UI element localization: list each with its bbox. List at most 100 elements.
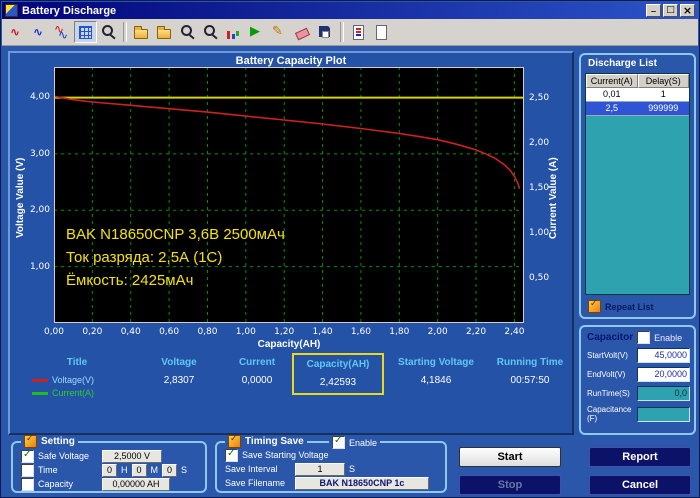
annotation-line: BAK N18650CNP 3,6В 2500мАч xyxy=(66,226,285,243)
open-file-button[interactable] xyxy=(130,21,153,43)
chart-legend: Voltage(V) Current(A) xyxy=(18,375,136,398)
open-data-button[interactable] xyxy=(153,21,176,43)
capacity-limit-input[interactable]: 0,00000 AH xyxy=(102,477,170,491)
safe-voltage-label: Safe Voltage xyxy=(38,451,90,461)
zoom-window-button[interactable] xyxy=(97,21,120,43)
capacitor-fields: StartVolt(V) 45,0000 EndVolt(V) 20,0000 RunT… xyxy=(581,348,694,423)
pan-grid-button[interactable] xyxy=(74,21,97,43)
capacitor-input-1[interactable]: 20,0000 xyxy=(637,367,690,382)
capacitor-input-3 xyxy=(637,406,690,422)
zoom-in-button[interactable] xyxy=(176,21,199,43)
capacitor-field-row: EndVolt(V) 20,0000 xyxy=(587,367,690,382)
capacitor-field-row: StartVolt(V) 45,0000 xyxy=(587,348,690,363)
timing-save-title: Timing Save xyxy=(225,434,307,448)
x-tick: 1,20 xyxy=(274,327,295,337)
edit-pencil-button[interactable] xyxy=(268,21,291,43)
capacitor-input-0[interactable]: 45,0000 xyxy=(637,348,690,363)
plot-dual-curve-button[interactable] xyxy=(51,21,74,43)
stats-col-capacity-highlighted: Capacity(AH) 2,42593 xyxy=(292,353,384,395)
minimize-button[interactable] xyxy=(646,4,661,17)
toolbar xyxy=(2,19,698,46)
safe-voltage-input[interactable]: 2,5000 V xyxy=(102,449,162,463)
toolbar-separator xyxy=(340,22,344,42)
table-row[interactable]: 2,5 999999 xyxy=(586,102,689,116)
erase-button[interactable] xyxy=(291,21,314,43)
discharge-table-rows: 0,01 1 2,5 999999 xyxy=(586,88,689,116)
zoom-window-icon xyxy=(100,24,117,40)
annotation-line: Ёмкость: 2425мАч xyxy=(66,272,194,289)
report-doc-icon xyxy=(350,24,367,40)
capacity-checkbox[interactable] xyxy=(21,477,34,491)
print-doc-button[interactable] xyxy=(370,21,393,43)
setting-title: Setting xyxy=(21,434,78,448)
x-tick: 0,80 xyxy=(197,327,218,337)
close-icon xyxy=(683,6,692,15)
chart-view-icon xyxy=(225,24,242,40)
save-interval-input[interactable]: 1 xyxy=(295,462,345,476)
capacitor-input-2: 0,0 xyxy=(637,386,690,401)
discharge-table[interactable]: Current(A) Delay(S) 0,01 1 2,5 999999 xyxy=(585,73,690,295)
stats-bar: Title Voltage(V) Current(A) Voltage 2,830… xyxy=(18,353,572,398)
save-starting-voltage-label: Save Starting Voltage xyxy=(242,450,329,460)
x-tick: 2,40 xyxy=(504,327,525,337)
table-cell: 2,5 xyxy=(605,103,618,113)
capacitor-title: Capacitor xyxy=(587,332,634,343)
stats-header-title: Title xyxy=(66,357,88,368)
save-data-button[interactable] xyxy=(314,21,337,43)
x-tick: 1,80 xyxy=(389,327,410,337)
close-button[interactable] xyxy=(680,4,695,17)
start-button[interactable]: Start xyxy=(459,447,561,467)
chart-view-button[interactable] xyxy=(222,21,245,43)
plot-area[interactable]: BAK N18650CNP 3,6В 2500мАч Ток разряда: 2… xyxy=(30,67,549,337)
timing-enable-checkbox[interactable] xyxy=(332,435,345,449)
legend-label: Voltage(V) xyxy=(52,375,95,385)
x-tick: 0,60 xyxy=(159,327,180,337)
start-run-button[interactable] xyxy=(245,21,268,43)
y-left-tick: 2,00 xyxy=(29,205,50,216)
setting-icon xyxy=(24,434,37,448)
capacitor-header: Capacitor Enable xyxy=(587,331,690,344)
time-checkbox[interactable] xyxy=(21,463,34,477)
time-hours-input[interactable]: 0 xyxy=(102,463,117,477)
y-axis-right-label: Current Value (A) xyxy=(548,157,559,239)
capacitor-field-label: RunTime(S) xyxy=(587,389,630,398)
toolbar-separator xyxy=(123,22,127,42)
capacitor-field-row: Capacitance (F) xyxy=(587,405,690,423)
table-cell: 0,01 xyxy=(602,89,621,99)
cancel-button[interactable]: Cancel xyxy=(589,475,691,495)
chart-title: Battery Capacity Plot xyxy=(235,55,347,67)
y-right-tick: 2,50 xyxy=(529,92,550,103)
table-row[interactable]: 0,01 1 xyxy=(586,88,689,102)
capacitor-enable-checkbox[interactable] xyxy=(637,331,651,344)
plot-blue-curve-icon xyxy=(31,24,48,40)
discharge-table-header: Current(A) Delay(S) xyxy=(586,74,689,88)
capacitor-panel: Capacitor Enable StartVolt(V) 45,0000 EndV… xyxy=(579,325,696,435)
chart-annotation: BAK N18650CNP 3,6В 2500мАч Ток разряда: 2… xyxy=(66,223,285,292)
stats-header-starting-voltage: Starting Voltage xyxy=(398,357,474,368)
save-starting-voltage-checkbox[interactable] xyxy=(225,448,238,462)
capacitor-enable-label: Enable xyxy=(654,332,683,343)
column-header: Current(A) xyxy=(586,74,638,88)
capacitor-field-label: EndVolt(V) xyxy=(587,370,626,379)
maximize-button[interactable] xyxy=(663,4,678,17)
titlebar[interactable]: Battery Discharge xyxy=(2,2,698,19)
repeat-list-checkbox[interactable]: Repeat List xyxy=(588,299,654,313)
stats-col-current: Current 0,0000 xyxy=(222,353,292,386)
safe-voltage-checkbox[interactable] xyxy=(21,449,34,463)
y-left-tick: 4,00 xyxy=(29,92,50,103)
save-interval-label: Save Interval xyxy=(225,464,278,474)
save-filename-input[interactable]: BAK N18650CNP 1c xyxy=(295,476,429,490)
legend-label: Current(A) xyxy=(52,388,95,398)
plot-blue-curve-button[interactable] xyxy=(28,21,51,43)
report-button[interactable]: Report xyxy=(589,447,691,467)
time-minutes-input[interactable]: 0 xyxy=(131,463,147,477)
setting-panel: Setting Safe Voltage 2,5000 V Time 0 H 0… xyxy=(11,434,207,493)
stop-button[interactable]: Stop xyxy=(459,475,561,495)
zoom-out-button[interactable] xyxy=(199,21,222,43)
timing-enable-group: Enable xyxy=(329,435,381,449)
x-axis-label: Capacity(AH) xyxy=(257,339,321,350)
plot-red-curve-button[interactable] xyxy=(5,21,28,43)
time-seconds-input[interactable]: 0 xyxy=(162,463,177,477)
report-doc-button[interactable] xyxy=(347,21,370,43)
hours-unit-label: H xyxy=(121,465,128,475)
